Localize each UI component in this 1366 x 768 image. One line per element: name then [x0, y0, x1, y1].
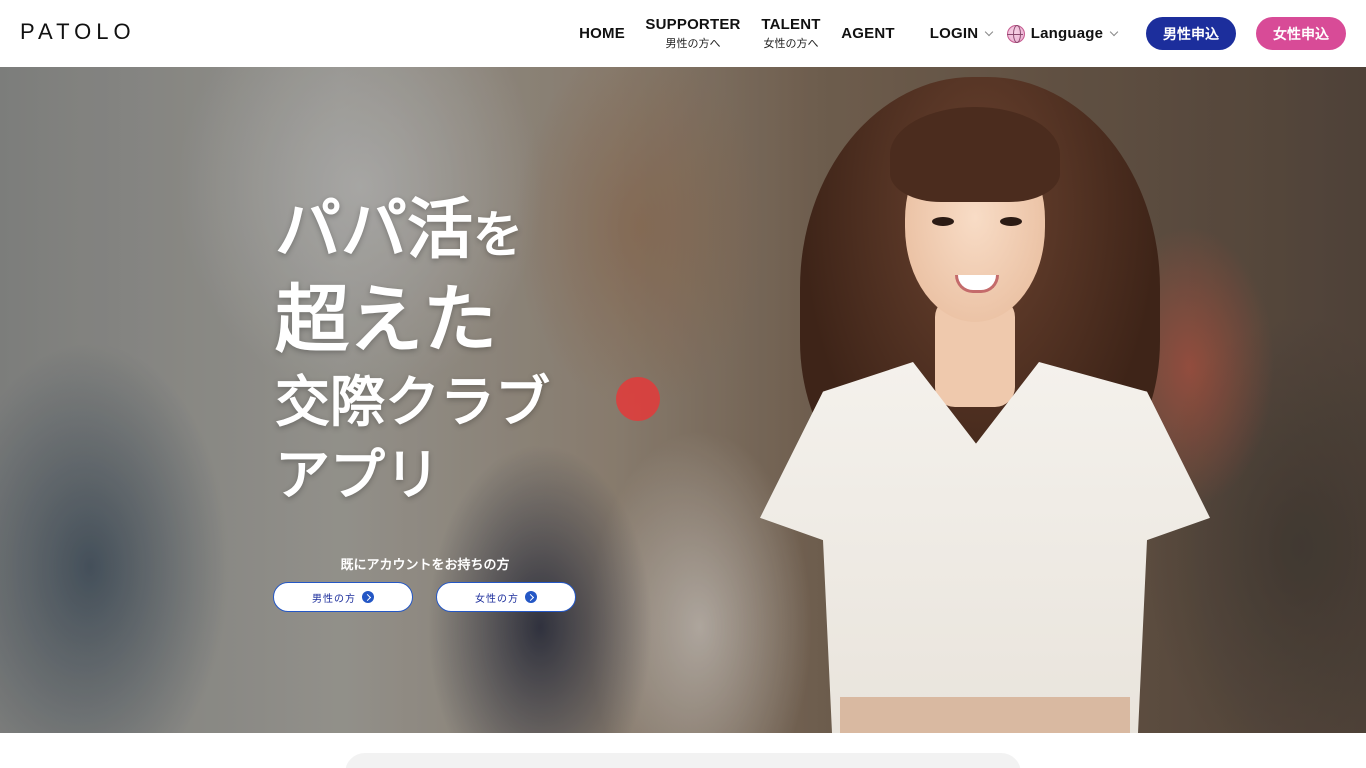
- hero-section: パパ活を 超えた 交際クラブ アプリ 既にアカウントをお持ちの方 男性の方 女性…: [0, 67, 1366, 733]
- globe-icon: [1006, 24, 1025, 43]
- login-male-label: 男性の方: [312, 593, 356, 605]
- nav-talent-sub: 女性の方へ: [763, 38, 819, 50]
- nav-supporter[interactable]: SUPPORTER 男性の方へ: [645, 0, 741, 67]
- nav-login-label: LOGIN: [929, 25, 979, 42]
- nav-supporter-sub: 男性の方へ: [665, 38, 721, 50]
- hero-title-line-1-particle: を: [473, 206, 523, 264]
- background-bokeh: [616, 377, 660, 421]
- login-female-button[interactable]: 女性の方: [436, 582, 576, 612]
- hero-title: パパ活を 超えた 交際クラブ アプリ: [275, 197, 550, 503]
- model-eye-right: [1000, 217, 1022, 226]
- nav-agent-label: AGENT: [841, 25, 895, 42]
- site-header: PATOLO HOME SUPPORTER 男性の方へ TALENT 女性の方へ…: [0, 0, 1366, 67]
- language-label: Language: [1030, 25, 1104, 42]
- hero-title-line-3: 交際クラブ: [275, 370, 551, 434]
- login-female-label: 女性の方: [475, 593, 519, 605]
- chevron-down-icon: [985, 27, 994, 36]
- language-selector[interactable]: Language: [1005, 0, 1119, 67]
- model-eye-left: [932, 217, 954, 226]
- apply-male-button[interactable]: 男性申込: [1146, 17, 1236, 50]
- hero-title-line-1: パパ活を: [275, 197, 550, 263]
- content-section: [0, 733, 1366, 768]
- nav-talent[interactable]: TALENT 女性の方へ: [759, 0, 823, 67]
- hero-title-line-1-main: パパ活: [275, 191, 473, 268]
- nav-talent-label: TALENT: [761, 16, 821, 33]
- have-account-text: 既にアカウントをお持ちの方: [340, 558, 510, 573]
- arrow-right-icon: [525, 591, 537, 603]
- login-male-button[interactable]: 男性の方: [273, 582, 413, 612]
- site-logo[interactable]: PATOLO: [20, 19, 136, 45]
- apply-female-button[interactable]: 女性申込: [1256, 17, 1346, 50]
- nav-home-label: HOME: [579, 25, 625, 42]
- hero-title-line-2: 超えた: [275, 277, 497, 363]
- nav-supporter-label: SUPPORTER: [645, 16, 741, 33]
- hero-title-line-4: アプリ: [275, 443, 441, 507]
- nav-login[interactable]: LOGIN: [925, 0, 997, 67]
- nav-home[interactable]: HOME: [578, 0, 626, 67]
- model-bangs: [890, 107, 1060, 202]
- chevron-down-icon: [1109, 27, 1119, 36]
- nav-agent[interactable]: AGENT: [841, 0, 895, 67]
- model-skirt: [840, 697, 1130, 733]
- content-card: [345, 753, 1021, 768]
- arrow-right-icon: [362, 591, 374, 603]
- hero-model-image: [760, 67, 1220, 733]
